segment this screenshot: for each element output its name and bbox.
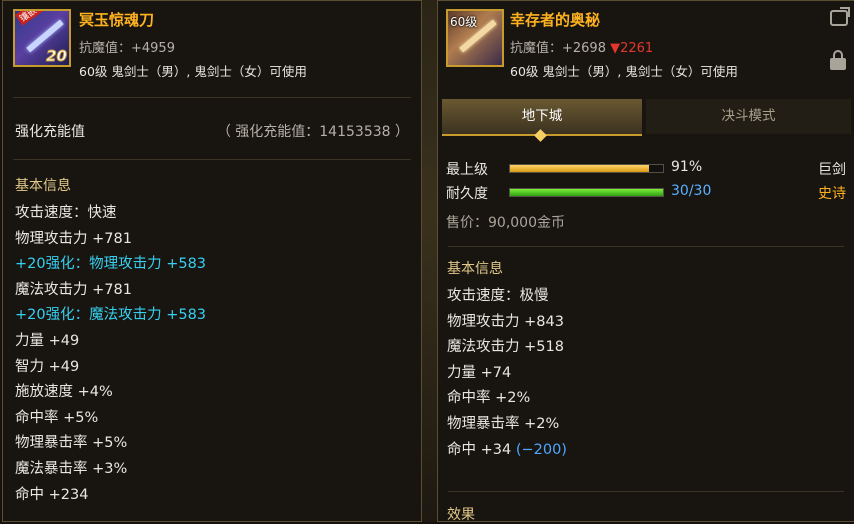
durability-value: 30/30 bbox=[671, 183, 712, 199]
item-rarity: 史诗 bbox=[818, 186, 846, 202]
right-item-tooltip: 60级 幸存者的奥秘 抗魔值：+2698 ▼2261 60级 鬼剑士（男）, 鬼… bbox=[437, 0, 854, 523]
stat-line: 力量 +49 bbox=[15, 332, 80, 349]
enhance-stat-line: +20强化：物理攻击力 +583 bbox=[15, 256, 207, 273]
tab-dungeon[interactable]: 地下城 bbox=[442, 99, 642, 136]
durability-bar-fill bbox=[510, 189, 663, 196]
stat-text: 抗魔值：+2698 bbox=[510, 41, 611, 56]
durability-bar bbox=[509, 188, 664, 197]
item-name: 冥玉惊魂刀 bbox=[79, 11, 155, 29]
stat-line: 命中率 +5% bbox=[15, 409, 99, 426]
stat-line: 攻击速度：极慢 bbox=[447, 288, 549, 304]
stat-line: 攻击速度：快速 bbox=[15, 205, 117, 221]
right-item-header: 60级 幸存者的奥秘 抗魔值：+2698 ▼2261 60级 鬼剑士（男）, 鬼… bbox=[438, 1, 854, 87]
grade-row: 最上级 91% 巨剑 bbox=[446, 158, 846, 180]
item-price: 售价：90,000金币 bbox=[446, 215, 565, 231]
icon-tag: 镶嵌中 bbox=[15, 11, 48, 26]
lock-icon[interactable] bbox=[830, 50, 846, 70]
left-item-header: 镶嵌中 20 冥玉惊魂刀 抗魔值：+4959 60级 鬼剑士（男）, 鬼剑士（女… bbox=[3, 1, 421, 87]
grade-value: 91% bbox=[671, 159, 703, 175]
item-stat: 抗魔值：+4959 bbox=[79, 41, 175, 56]
stat-decrease: ▼2261 bbox=[610, 41, 654, 56]
left-item-tooltip: 镶嵌中 20 冥玉惊魂刀 抗魔值：+4959 60级 鬼剑士（男）, 鬼剑士（女… bbox=[2, 0, 422, 522]
item-stat: 抗魔值：+2698 ▼2261 bbox=[510, 37, 653, 56]
grade-bar-fill bbox=[510, 165, 650, 172]
level-badge: 60级 bbox=[450, 15, 478, 29]
stat-line: 施放速度 +4% bbox=[15, 384, 113, 401]
item-requirement: 60级 鬼剑士（男）, 鬼剑士（女）可使用 bbox=[79, 64, 307, 79]
enhance-value: （ 强化充能值：14153538 ） bbox=[216, 124, 409, 140]
divider bbox=[13, 159, 411, 160]
stat-line: 物理攻击力 +843 bbox=[447, 313, 564, 330]
enhance-row: 强化充能值 （ 强化充能值：14153538 ） bbox=[15, 121, 409, 141]
stat-line: 命中 +234 bbox=[15, 486, 89, 503]
stat-line: 魔法暴击率 +3% bbox=[15, 460, 128, 477]
enhance-label: 强化充能值 bbox=[15, 124, 85, 140]
item-icon[interactable]: 60级 bbox=[446, 9, 504, 67]
divider bbox=[448, 246, 844, 247]
stat-line: 智力 +49 bbox=[15, 358, 80, 375]
item-type: 巨剑 bbox=[818, 162, 846, 178]
stat-line: 命中率 +2% bbox=[447, 390, 531, 407]
stat-line: 魔法攻击力 +781 bbox=[15, 281, 132, 298]
item-icon[interactable]: 镶嵌中 20 bbox=[13, 9, 71, 67]
divider bbox=[13, 97, 411, 98]
export-icon[interactable] bbox=[830, 7, 850, 26]
stat-line: 物理暴击率 +5% bbox=[15, 435, 128, 452]
grade-label: 最上级 bbox=[446, 162, 488, 178]
stat-list: 攻击速度：极慢 物理攻击力 +843 魔法攻击力 +518 力量 +74 命中率… bbox=[447, 284, 567, 463]
stat-line: 力量 +74 bbox=[447, 364, 512, 381]
item-name: 幸存者的奥秘 bbox=[510, 11, 601, 29]
icon-number: 20 bbox=[46, 47, 68, 66]
divider bbox=[448, 491, 844, 492]
hit-text: 命中 +34 bbox=[447, 441, 516, 458]
stat-line: 魔法攻击力 +518 bbox=[447, 339, 564, 356]
stat-line-hit: 命中 +34 (−200) bbox=[447, 438, 567, 464]
tab-pvp[interactable]: 决斗模式 bbox=[646, 99, 851, 134]
effect-title: 效果 bbox=[447, 507, 475, 523]
grade-bar bbox=[509, 164, 664, 173]
item-requirement: 60级 鬼剑士（男）, 鬼剑士（女）可使用 bbox=[510, 64, 738, 79]
enhance-stat-line: +20强化：魔法攻击力 +583 bbox=[15, 307, 207, 324]
durability-row: 耐久度 30/30 史诗 bbox=[446, 182, 846, 204]
hit-penalty: (−200) bbox=[515, 441, 567, 458]
stat-list: 攻击速度：快速 物理攻击力 +781 +20强化：物理攻击力 +583 魔法攻击… bbox=[15, 201, 206, 508]
stat-line: 物理攻击力 +781 bbox=[15, 230, 132, 247]
section-title: 基本信息 bbox=[447, 261, 503, 277]
durability-label: 耐久度 bbox=[446, 186, 488, 202]
mode-tabs: 地下城 决斗模式 bbox=[442, 99, 851, 136]
stat-line: 物理暴击率 +2% bbox=[447, 415, 560, 432]
section-title: 基本信息 bbox=[15, 178, 71, 194]
